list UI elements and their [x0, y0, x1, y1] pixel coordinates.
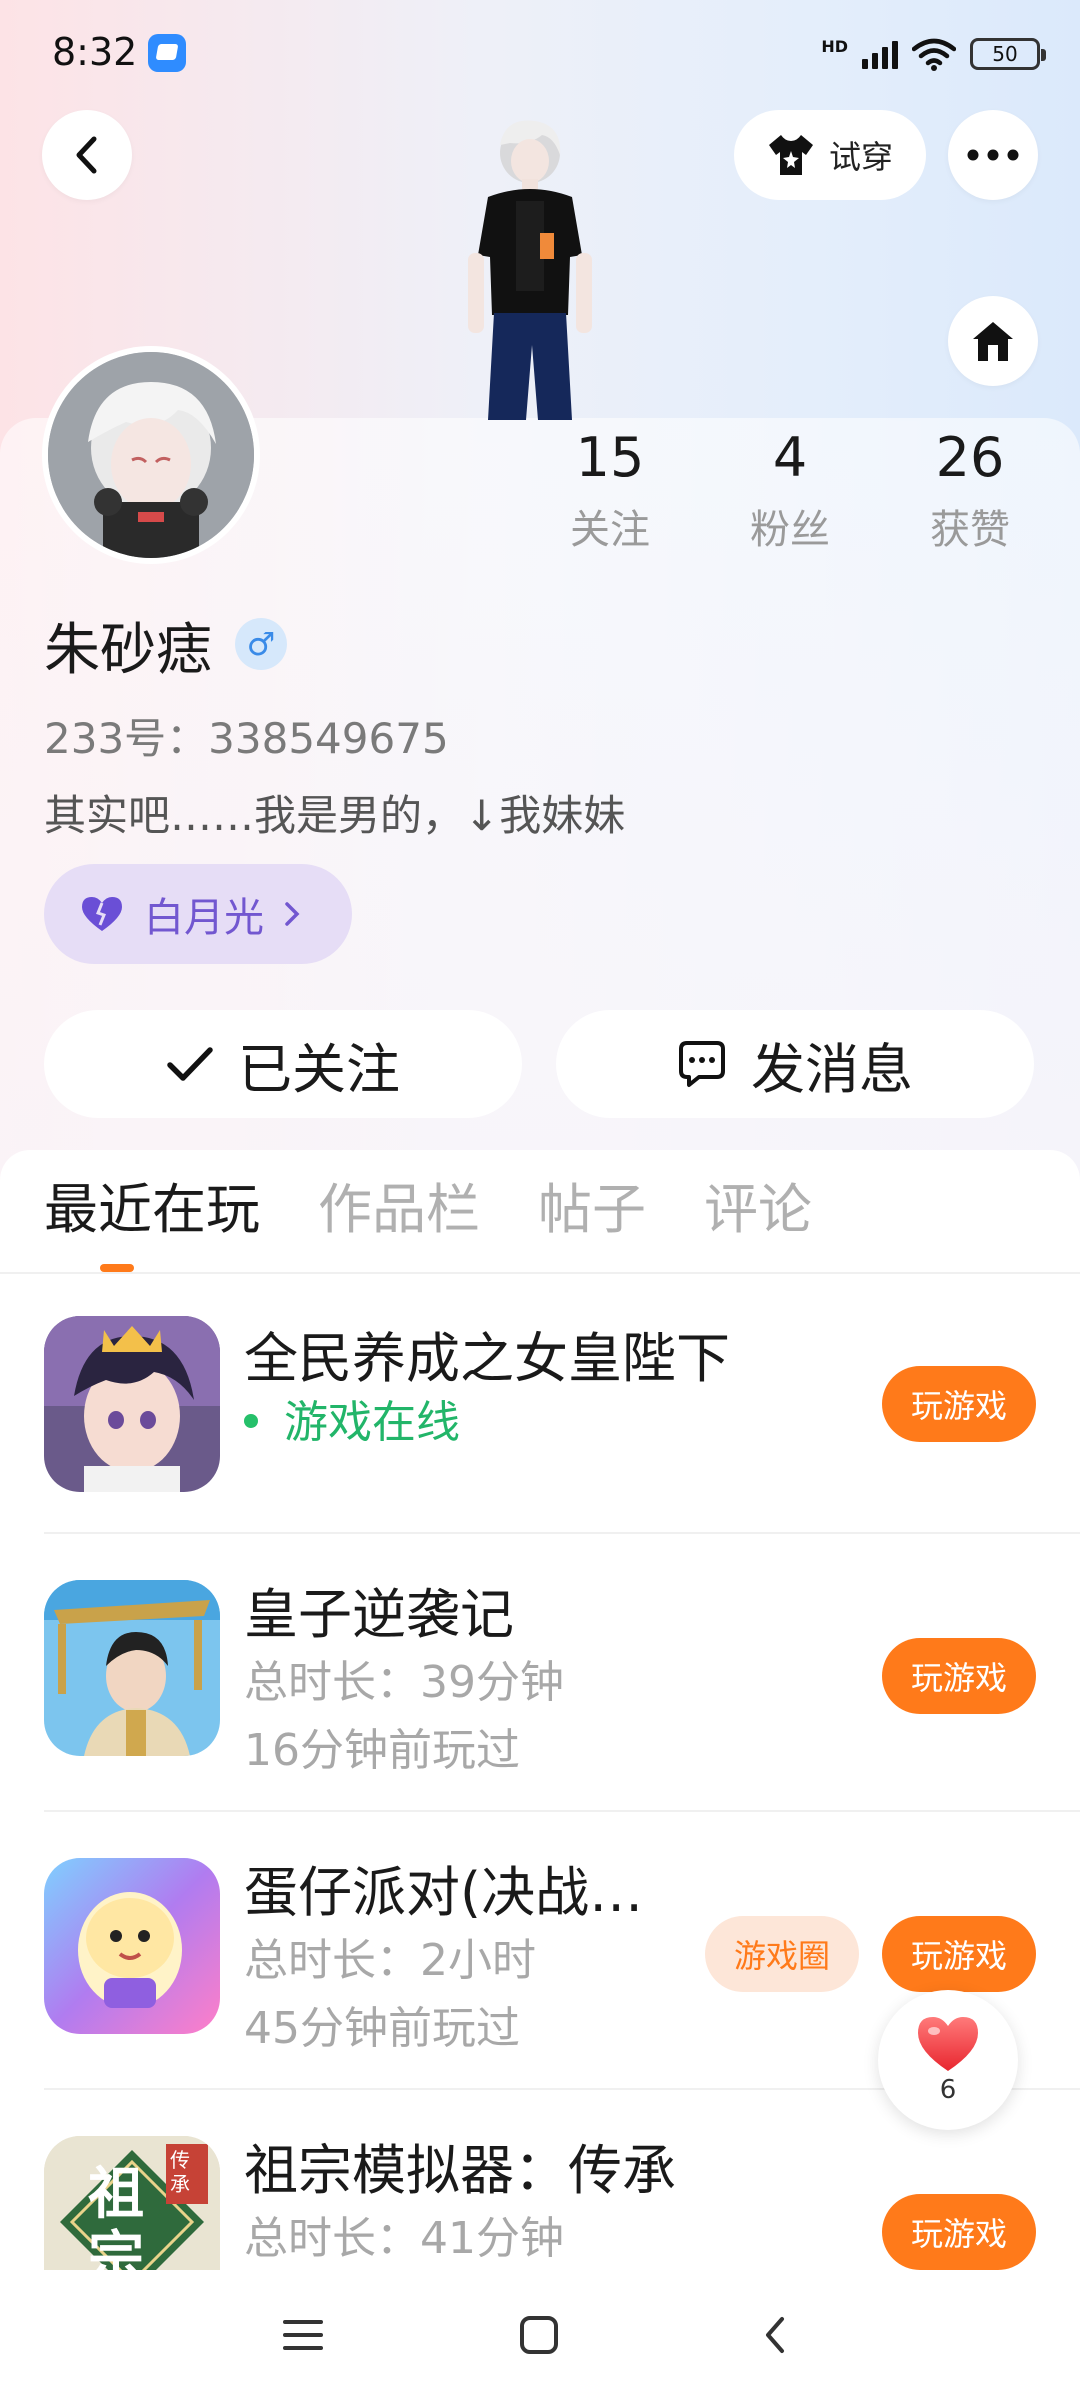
- try-on-label: 试穿: [828, 138, 893, 176]
- stat-label: 关注: [570, 507, 650, 553]
- hd-label: HD: [821, 36, 848, 56]
- stat-fans[interactable]: 4 粉丝: [700, 425, 880, 555]
- play-game-button[interactable]: 玩游戏: [882, 1638, 1036, 1714]
- avatar-figure: [468, 120, 592, 420]
- game-circle-button[interactable]: 游戏圈: [705, 1916, 859, 1992]
- avatar-image: [48, 352, 254, 558]
- more-dots-icon: [967, 149, 1019, 161]
- system-navigation-bar: [0, 2270, 1080, 2400]
- online-dot-icon: [244, 1414, 258, 1428]
- chevron-left-icon: [76, 136, 97, 174]
- menu-lines-icon: [283, 2320, 323, 2350]
- game-icon-huangzi: [44, 1580, 220, 1756]
- divider: [44, 1810, 1080, 1812]
- game-icon-eggy-party: [44, 1858, 220, 2034]
- male-gender-icon: ♂: [235, 618, 287, 670]
- signal-icon: [862, 39, 898, 69]
- chevron-left-icon: [766, 2317, 784, 2353]
- play-game-button[interactable]: 玩游戏: [882, 1916, 1036, 1992]
- status-time: 8:32: [52, 30, 138, 74]
- chevron-right-icon: [285, 902, 300, 926]
- home-button[interactable]: [948, 296, 1038, 386]
- play-game-button[interactable]: 玩游戏: [882, 1366, 1036, 1442]
- send-message-button[interactable]: 发消息: [556, 1010, 1034, 1118]
- divider: [44, 1532, 1080, 1534]
- active-tab-indicator: [100, 1264, 134, 1272]
- stat-label: 获赞: [930, 507, 1010, 553]
- back-button[interactable]: [42, 110, 132, 200]
- tag-label: 白月光: [144, 895, 264, 941]
- profile-stats: 15 关注 4 粉丝 26 获赞: [520, 425, 1060, 555]
- stat-following[interactable]: 15 关注: [520, 425, 700, 555]
- game-title: 祖宗模拟器：传承: [244, 2139, 676, 2202]
- tab-comments[interactable]: 评论: [704, 1170, 812, 1260]
- try-on-button[interactable]: 试穿: [734, 110, 926, 200]
- more-options-button[interactable]: [948, 110, 1038, 200]
- game-title: 皇子逆袭记: [244, 1583, 514, 1646]
- game-title: 全民养成之女皇陛下: [244, 1327, 730, 1390]
- status-indicators: HD 50: [821, 34, 1046, 74]
- home-nav-button[interactable]: [504, 2300, 574, 2370]
- square-home-icon: [520, 2316, 558, 2354]
- game-duration: 总时长：39分钟: [244, 1657, 564, 1708]
- status-bar: 8:32 HD 50: [0, 0, 1080, 110]
- game-row[interactable]: 皇子逆袭记 总时长：39分钟 16分钟前玩过 玩游戏: [0, 1536, 1080, 1812]
- online-status-text: 游戏在线: [284, 1397, 460, 1448]
- game-icon-nuhuang: [44, 1316, 220, 1492]
- stat-value: 4: [772, 426, 808, 489]
- tshirt-icon: [768, 135, 813, 175]
- followed-button[interactable]: 已关注: [44, 1010, 522, 1118]
- checkmark-icon: [167, 1047, 213, 1081]
- username: 朱砂痣: [44, 618, 212, 683]
- followed-label: 已关注: [238, 1037, 400, 1101]
- tab-recently-played[interactable]: 最近在玩: [44, 1170, 260, 1260]
- recent-apps-button[interactable]: [268, 2300, 338, 2370]
- game-last-played: 16分钟前玩过: [244, 1725, 520, 1776]
- chat-bubble-icon: [679, 1041, 725, 1087]
- floating-like-button[interactable]: 6: [878, 1990, 1018, 2130]
- game-icon-tag: 传承: [170, 2148, 190, 2196]
- game-icon-ancestor-simulator: 祖宗 传承: [44, 2136, 220, 2292]
- battery-icon: 50: [970, 38, 1046, 70]
- back-nav-button[interactable]: [740, 2300, 810, 2370]
- stat-value: 26: [935, 426, 1005, 489]
- profile-tabs: 最近在玩 作品栏 帖子 评论: [44, 1170, 812, 1260]
- battery-level: 50: [992, 42, 1018, 66]
- tab-posts[interactable]: 帖子: [538, 1170, 646, 1260]
- game-duration: 总时长：2小时: [244, 1935, 536, 1986]
- stat-likes[interactable]: 26 获赞: [880, 425, 1060, 555]
- game-title: 蛋仔派对(决战…: [244, 1861, 644, 1924]
- wifi-icon: [912, 38, 956, 71]
- stat-value: 15: [575, 426, 645, 489]
- game-row[interactable]: 全民养成之女皇陛下 游戏在线 玩游戏: [0, 1274, 1080, 1534]
- user-id: 233号：338549675: [44, 714, 449, 763]
- profile-tag-button[interactable]: 白月光: [44, 864, 352, 964]
- game-duration: 总时长：41分钟: [244, 2213, 564, 2264]
- send-message-label: 发消息: [751, 1037, 913, 1101]
- heart-icon: [82, 897, 122, 931]
- game-status: 游戏在线: [244, 1386, 460, 1450]
- stat-label: 粉丝: [750, 507, 830, 553]
- like-count: 6: [939, 2075, 957, 2105]
- tab-works[interactable]: 作品栏: [318, 1170, 480, 1260]
- heart-icon: [918, 2017, 978, 2071]
- notification-app-icon: [148, 34, 186, 72]
- profile-avatar[interactable]: [42, 346, 260, 564]
- house-icon: [973, 322, 1013, 361]
- play-game-button[interactable]: 玩游戏: [882, 2194, 1036, 2270]
- game-last-played: 45分钟前玩过: [244, 2003, 520, 2054]
- user-bio: 其实吧……我是男的，↓我妹妹: [44, 791, 626, 840]
